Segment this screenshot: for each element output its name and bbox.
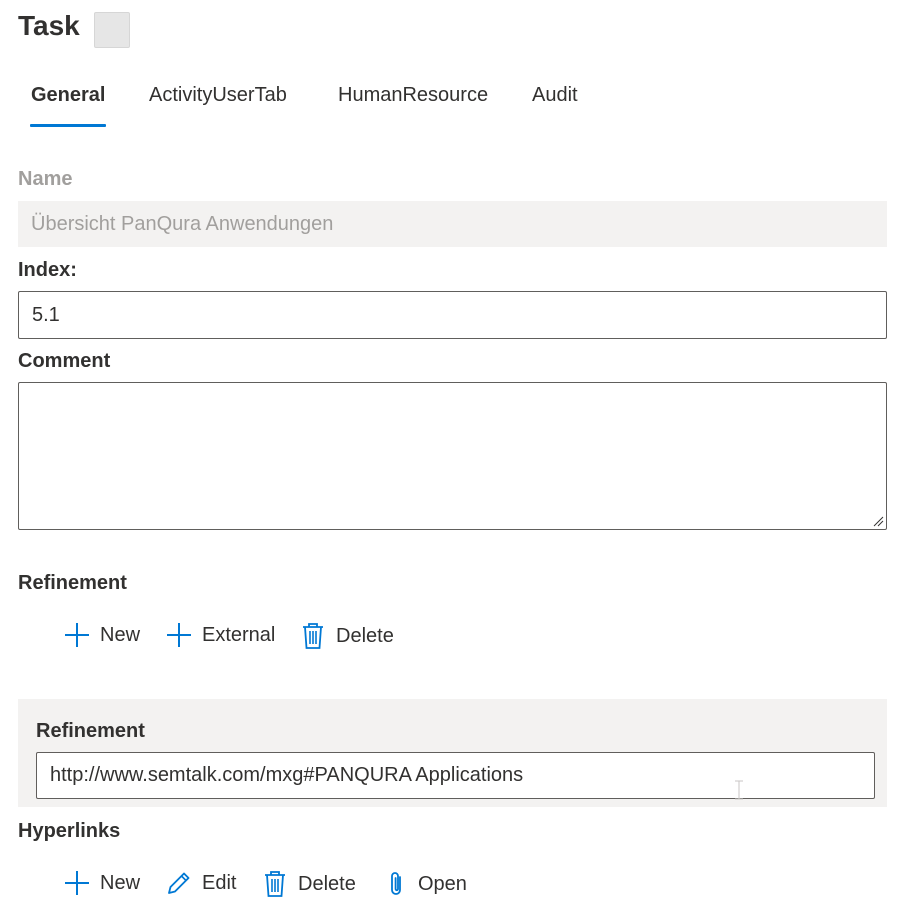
index-label: Index: xyxy=(18,259,77,281)
refinement-panel-label: Refinement xyxy=(36,720,145,742)
page-title: Task xyxy=(18,10,80,41)
tab-activityusertab[interactable]: ActivityUserTab xyxy=(149,84,287,107)
edit-icon xyxy=(168,872,190,894)
name-label: Name xyxy=(18,168,73,190)
add-icon xyxy=(167,623,191,647)
active-tab-indicator xyxy=(30,124,106,127)
comment-textarea[interactable] xyxy=(18,382,887,530)
delete-icon xyxy=(303,623,323,649)
refinement-delete-button[interactable]: Delete xyxy=(300,622,394,650)
hyperlinks-edit-button[interactable]: Edit xyxy=(166,870,236,896)
hyperlinks-section-label: Hyperlinks xyxy=(18,820,121,842)
hyperlinks-open-label: Open xyxy=(418,872,467,895)
add-icon xyxy=(65,871,89,895)
refinement-new-label: New xyxy=(100,623,141,646)
index-input[interactable]: 5.1 xyxy=(18,291,887,339)
color-swatch[interactable] xyxy=(94,12,130,48)
hyperlinks-delete-button[interactable]: Delete xyxy=(262,870,356,898)
refinement-input[interactable]: http://www.semtalk.com/mxg#PANQURA Appli… xyxy=(36,752,875,799)
tab-general[interactable]: General xyxy=(31,84,105,107)
add-icon xyxy=(65,623,89,647)
hyperlinks-delete-label: Delete xyxy=(298,872,356,895)
hyperlinks-edit-label: Edit xyxy=(202,871,237,894)
tab-humanresource[interactable]: HumanResource xyxy=(338,84,488,107)
comment-label: Comment xyxy=(18,350,111,372)
attach-icon xyxy=(391,872,401,895)
hyperlinks-open-button[interactable]: Open xyxy=(386,870,467,898)
name-field: Übersicht PanQura Anwendungen xyxy=(18,201,887,247)
refinement-delete-label: Delete xyxy=(336,624,394,647)
hyperlinks-new-button[interactable]: New xyxy=(64,870,140,896)
refinement-new-button[interactable]: New xyxy=(64,622,140,648)
hyperlinks-new-label: New xyxy=(100,871,141,894)
delete-icon xyxy=(265,871,285,897)
refinement-external-button[interactable]: External xyxy=(166,622,275,648)
refinement-external-label: External xyxy=(202,623,276,646)
text-cursor-icon xyxy=(735,780,743,800)
resize-grip-icon[interactable] xyxy=(872,515,884,527)
tab-audit[interactable]: Audit xyxy=(532,84,578,107)
refinement-section-label: Refinement xyxy=(18,572,127,594)
